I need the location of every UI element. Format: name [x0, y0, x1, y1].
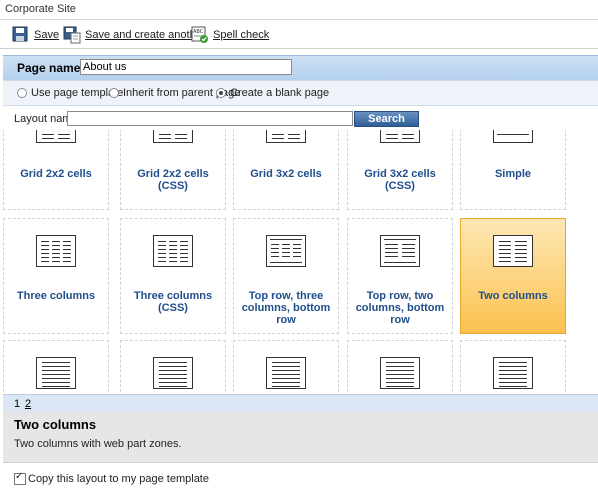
page-name-input[interactable] — [80, 59, 292, 75]
layout-tile-name: Three columns — [16, 290, 96, 302]
save-new-icon — [63, 26, 81, 44]
pager: 1 2 — [3, 394, 598, 413]
layout-tile[interactable] — [3, 340, 109, 394]
radio-use-template[interactable]: Use page template — [17, 87, 123, 99]
layout-thumbnail-icon — [266, 357, 306, 389]
layout-tile-name: Simple — [494, 168, 532, 180]
layout-tile[interactable] — [347, 340, 453, 394]
save-button[interactable]: Save — [12, 26, 59, 44]
radio-circle — [17, 88, 27, 98]
layout-thumbnail-icon — [36, 130, 76, 143]
layout-tile[interactable] — [460, 340, 566, 394]
save-and-create-label: Save and create another — [85, 29, 206, 41]
radio-blank-label: Create a blank page — [230, 87, 330, 99]
page-source-options: Use page template Inherit from parent pa… — [3, 80, 598, 106]
page-name-label: Page name: — [17, 61, 85, 75]
layout-tile[interactable]: Three columns — [3, 218, 109, 334]
spell-check-label: Spell check — [213, 29, 270, 41]
layout-grid: Grid 2x2 cells Grid 2x2 cells (CSS) Grid 3… — [3, 130, 598, 394]
pager-page-2[interactable]: 2 — [25, 398, 31, 410]
spell-check-icon: ABC — [191, 26, 209, 44]
toolbar: Save Save and create another ABC Spell c… — [0, 20, 598, 49]
save-label: Save — [34, 29, 60, 41]
layout-tile-name: Top row, three columns, bottom row — [241, 290, 331, 326]
layout-tile[interactable]: Grid 2x2 cells (CSS) — [120, 130, 226, 210]
layout-name-input[interactable] — [67, 111, 353, 126]
layout-tile[interactable] — [120, 340, 226, 394]
layout-tile[interactable]: Grid 2x2 cells — [3, 130, 109, 210]
layout-tile[interactable]: Simple — [460, 130, 566, 210]
layout-thumbnail-icon — [493, 357, 533, 389]
window-title: Corporate Site — [5, 3, 76, 15]
layout-thumbnail-icon — [36, 235, 76, 267]
floppy-disk-icon — [12, 26, 30, 44]
layout-thumbnail-icon — [36, 357, 76, 389]
layout-thumbnail-icon — [266, 235, 306, 267]
layout-detail-description: Two columns with web part zones. — [14, 438, 182, 450]
layout-tile-name: Top row, two columns, bottom row — [355, 290, 445, 326]
layout-thumbnail-icon — [380, 357, 420, 389]
svg-text:ABC: ABC — [193, 29, 204, 35]
layout-detail-title: Two columns — [14, 417, 97, 432]
layout-thumbnail-icon — [380, 235, 420, 267]
layout-tile-name: Three columns (CSS) — [133, 290, 213, 314]
radio-circle-selected — [216, 88, 226, 98]
layout-tile-name: Grid 3x2 cells (CSS) — [364, 168, 436, 192]
copy-layout-checkbox[interactable] — [14, 471, 26, 485]
layout-thumbnail-icon — [380, 130, 420, 143]
layout-tile[interactable] — [233, 340, 339, 394]
layout-tile[interactable]: Grid 3x2 cells (CSS) — [347, 130, 453, 210]
radio-blank[interactable]: Create a blank page — [216, 87, 329, 99]
save-and-create-button[interactable]: Save and create another — [63, 26, 205, 44]
radio-circle — [109, 88, 119, 98]
page-name-bar: Page name: — [3, 55, 598, 80]
search-button[interactable]: Search — [354, 111, 419, 127]
layout-thumbnail-icon — [153, 235, 193, 267]
spell-check-button[interactable]: ABC Spell check — [191, 26, 269, 44]
window-titlebar: Corporate Site — [0, 0, 598, 20]
layout-thumbnail-icon — [493, 235, 533, 267]
layout-tile[interactable]: Grid 3x2 cells — [233, 130, 339, 210]
layout-tile-name: Grid 3x2 cells — [250, 168, 322, 180]
layout-thumbnail-icon — [153, 130, 193, 143]
layout-tile-name: Two columns — [478, 290, 548, 302]
layout-search: Layout name: Search — [3, 106, 598, 130]
layout-thumbnail-icon — [266, 130, 306, 143]
layout-tile[interactable]: Top row, three columns, bottom row — [233, 218, 339, 334]
pager-page-1: 1 — [14, 398, 21, 410]
layout-detail: Two columns Two columns with web part zo… — [3, 412, 598, 462]
copy-layout-label: Copy this layout to my page template — [28, 473, 209, 485]
layout-tile-name: Grid 2x2 cells (CSS) — [137, 168, 209, 192]
layout-tile-name: Grid 2x2 cells — [20, 168, 92, 180]
footer-options: Copy this layout to my page template — [3, 462, 598, 492]
layout-thumbnail-icon — [493, 130, 533, 143]
layout-tile[interactable]: Three columns (CSS) — [120, 218, 226, 334]
layout-tile[interactable]: Top row, two columns, bottom row — [347, 218, 453, 334]
layout-tile[interactable]: Two columns — [460, 218, 566, 334]
layout-thumbnail-icon — [153, 357, 193, 389]
